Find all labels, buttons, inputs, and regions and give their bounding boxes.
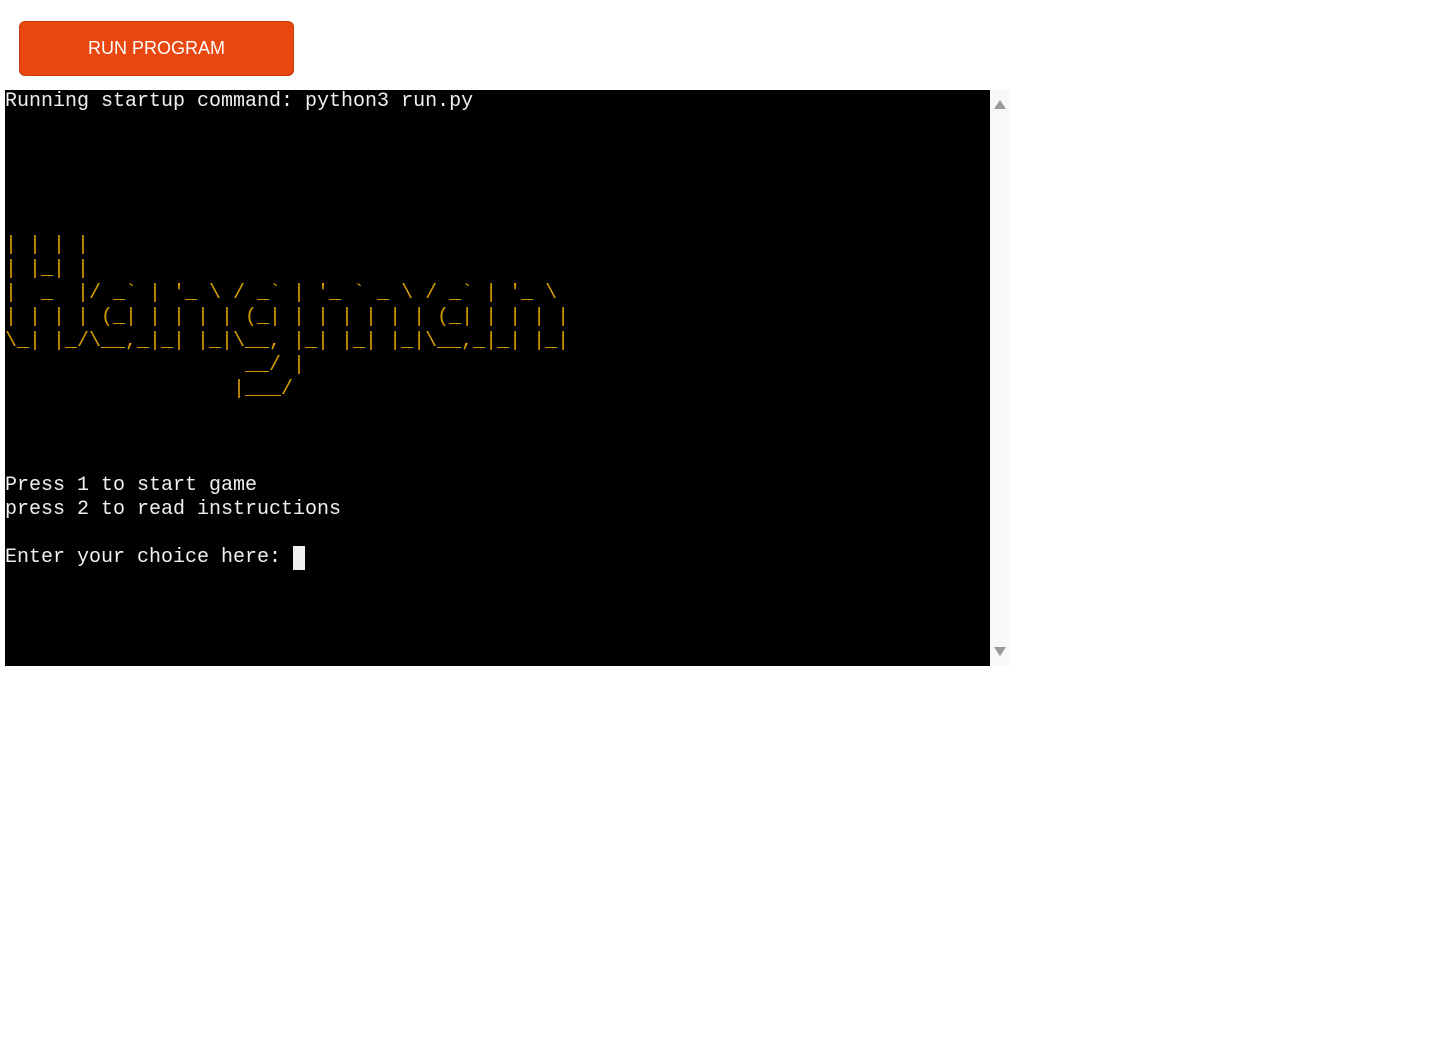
terminal-scrollbar[interactable] — [990, 90, 1010, 666]
scroll-down-arrow-icon[interactable] — [994, 647, 1006, 656]
text-cursor — [293, 546, 306, 570]
ascii-art-line: \_| |_/\__,_|_| |_|\__, |_| |_| |_|\__,_… — [5, 330, 570, 353]
terminal-panel: Running startup command: python3 run.py … — [5, 90, 1010, 666]
menu-option-start: Press 1 to start game — [5, 474, 258, 497]
ascii-art-line: __/ | — [5, 354, 306, 377]
menu-option-instructions: press 2 to read instructions — [5, 498, 342, 521]
startup-command-line: Running startup command: python3 run.py — [5, 90, 474, 113]
ascii-art-line: |___/ — [5, 378, 294, 401]
ascii-art-line: | | | | (_| | | | | (_| | | | | | | (_| … — [5, 306, 570, 329]
run-program-button[interactable]: RUN PROGRAM — [19, 21, 294, 76]
input-prompt-line[interactable]: Enter your choice here: — [5, 546, 306, 570]
ascii-art-line: | _ |/ _` | '_ \ / _` | '_ ` _ \ / _` | … — [5, 282, 558, 305]
input-prompt-label: Enter your choice here: — [5, 546, 294, 569]
ascii-art-line: | | | | — [5, 234, 90, 257]
ascii-art-line: | |_| | — [5, 258, 90, 281]
terminal-screen[interactable]: Running startup command: python3 run.py … — [5, 90, 990, 666]
scroll-up-arrow-icon[interactable] — [994, 100, 1006, 109]
